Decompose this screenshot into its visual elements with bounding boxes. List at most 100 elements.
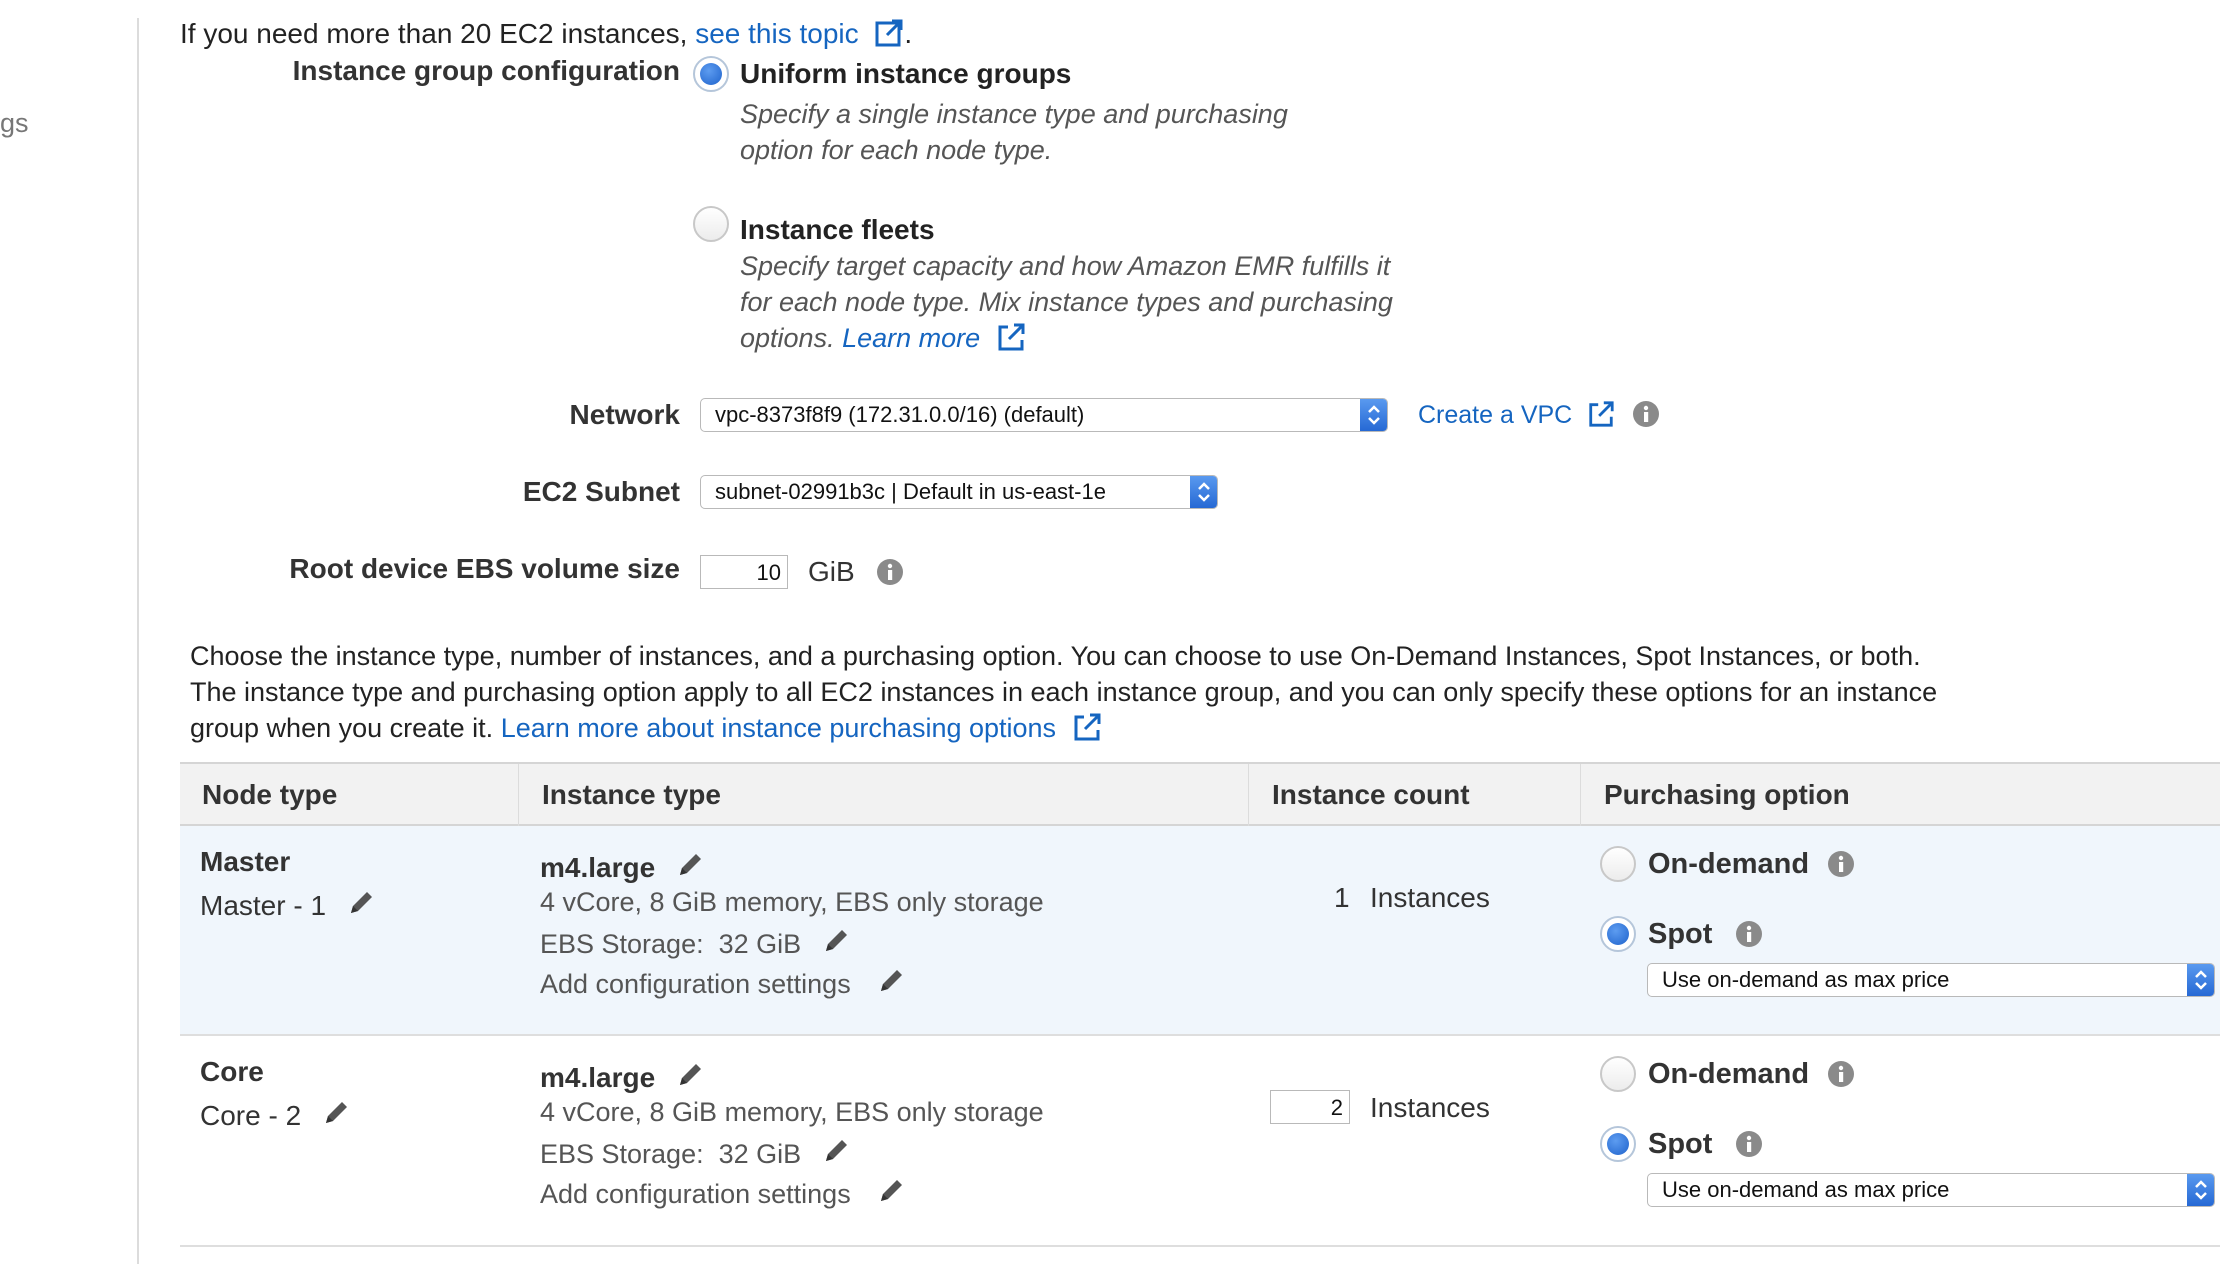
instance-fleets-description: Specify target capacity and how Amazon E… xyxy=(740,248,1410,356)
node-type-master: Master xyxy=(200,846,291,877)
spot-radio-master[interactable] xyxy=(1600,916,1636,952)
intro-label: If you need more than 20 EC2 instances, xyxy=(180,18,696,49)
chevron-updown-icon xyxy=(1190,476,1217,508)
on-demand-label-core[interactable]: On-demand xyxy=(1648,1058,1855,1091)
instance-count-input-core[interactable]: 2 xyxy=(1270,1090,1350,1124)
instance-table-header: Node type Instance type Instance count P… xyxy=(180,762,2220,826)
pencil-icon[interactable] xyxy=(675,1060,705,1090)
root-volume-label: Root device EBS volume size xyxy=(289,553,680,584)
ebs-storage-label: EBS Storage: 32 GiB xyxy=(540,929,802,959)
external-link-icon[interactable] xyxy=(1072,712,1102,742)
spot-radio-core[interactable] xyxy=(1600,1126,1636,1162)
root-volume-unit-group: GiB xyxy=(808,556,904,588)
on-demand-radio-master[interactable] xyxy=(1600,846,1636,882)
pencil-icon[interactable] xyxy=(876,1176,906,1206)
instance-fleets-description-text: Specify target capacity and how Amazon E… xyxy=(740,251,1393,353)
ebs-storage-label: EBS Storage: 32 GiB xyxy=(540,1139,802,1169)
root-volume-unit: GiB xyxy=(808,556,855,587)
pencil-icon[interactable] xyxy=(346,888,376,918)
network-select[interactable]: vpc-8373f8f9 (172.31.0.0/16) (default) xyxy=(700,398,1388,432)
header-instance-type: Instance type xyxy=(542,779,721,810)
spot-label-core[interactable]: Spot xyxy=(1648,1128,1763,1161)
external-link-icon[interactable] xyxy=(996,322,1026,352)
pencil-icon[interactable] xyxy=(321,1098,351,1128)
uniform-instance-groups-radio[interactable] xyxy=(693,56,729,92)
node-name-label: Master - 1 xyxy=(200,890,327,921)
ebs-storage-core: EBS Storage: 32 GiB xyxy=(540,1136,851,1170)
config-settings-label: Add configuration settings xyxy=(540,969,851,999)
see-this-topic-link[interactable]: see this topic xyxy=(695,18,858,49)
external-link-icon[interactable] xyxy=(874,18,904,48)
intro-text: If you need more than 20 EC2 instances, … xyxy=(180,18,912,50)
pencil-icon[interactable] xyxy=(675,850,705,880)
uniform-instance-groups-description: Specify a single instance type and purch… xyxy=(740,99,1288,165)
info-icon[interactable] xyxy=(1632,400,1660,428)
instance-group-config-label: Instance group configuration xyxy=(292,55,680,86)
spot-label: Spot xyxy=(1648,1128,1713,1160)
purchasing-info-line3-group: group when you create it. Learn more abo… xyxy=(190,710,2210,746)
max-price-select-master[interactable]: Use on-demand as max price xyxy=(1647,963,2215,997)
node-name-master: Master - 1 xyxy=(200,888,376,922)
uniform-instance-groups-title[interactable]: Uniform instance groups xyxy=(740,58,1071,90)
spot-label: Spot xyxy=(1648,918,1713,950)
intro-after: . xyxy=(904,18,913,49)
ec2-subnet-select-value: subnet-02991b3c | Default in us-east-1e xyxy=(715,479,1106,504)
instance-count-master: 1 xyxy=(1334,882,1350,913)
ec2-subnet-select[interactable]: subnet-02991b3c | Default in us-east-1e xyxy=(700,475,1218,509)
purchasing-info-line2: The instance type and purchasing option … xyxy=(190,677,1938,707)
instance-type-label: m4.large xyxy=(540,852,656,883)
chevron-updown-icon xyxy=(1360,399,1387,431)
max-price-select-core[interactable]: Use on-demand as max price xyxy=(1647,1173,2215,1207)
instance-count-unit-core: Instances xyxy=(1370,1092,1490,1123)
pencil-icon[interactable] xyxy=(876,966,906,996)
chevron-updown-icon xyxy=(2187,964,2214,996)
info-icon[interactable] xyxy=(1827,850,1855,878)
nav-divider xyxy=(137,18,139,1264)
node-name-label: Core - 2 xyxy=(200,1100,302,1131)
instance-specs-core: 4 vCore, 8 GiB memory, EBS only storage xyxy=(540,1097,1044,1127)
instance-type-master: m4.large xyxy=(540,850,705,884)
info-icon[interactable] xyxy=(1735,920,1763,948)
learn-more-purchasing-link[interactable]: Learn more about instance purchasing opt… xyxy=(501,713,1056,743)
table-row xyxy=(180,826,2220,1036)
header-instance-count: Instance count xyxy=(1272,779,1470,810)
config-settings-master: Add configuration settings xyxy=(540,966,906,1000)
chevron-updown-icon xyxy=(2187,1174,2214,1206)
instance-fleets-radio[interactable] xyxy=(693,206,729,242)
header-purchasing-option: Purchasing option xyxy=(1604,779,1850,810)
on-demand-radio-core[interactable] xyxy=(1600,1056,1636,1092)
on-demand-label-master[interactable]: On-demand xyxy=(1648,848,1855,881)
pencil-icon[interactable] xyxy=(821,926,851,956)
instance-count-unit-master: Instances xyxy=(1370,882,1490,913)
node-name-core: Core - 2 xyxy=(200,1098,351,1132)
table-row-divider xyxy=(180,1245,2220,1247)
create-vpc-link[interactable]: Create a VPC xyxy=(1418,401,1572,429)
header-divider xyxy=(1248,764,1249,826)
spot-label-master[interactable]: Spot xyxy=(1648,918,1763,951)
purchasing-info-line1: Choose the instance type, number of inst… xyxy=(190,641,1921,671)
network-label: Network xyxy=(569,399,680,430)
header-node-type: Node type xyxy=(202,779,338,810)
instance-fleets-title[interactable]: Instance fleets xyxy=(740,214,935,246)
create-vpc-group: Create a VPC xyxy=(1418,400,1660,430)
ebs-storage-master: EBS Storage: 32 GiB xyxy=(540,926,851,960)
info-icon[interactable] xyxy=(1735,1130,1763,1158)
max-price-value: Use on-demand as max price xyxy=(1662,1177,1950,1202)
header-divider xyxy=(518,764,519,826)
external-link-icon[interactable] xyxy=(1587,400,1615,428)
header-divider xyxy=(1580,764,1581,826)
info-icon[interactable] xyxy=(1827,1060,1855,1088)
on-demand-label: On-demand xyxy=(1648,848,1810,880)
config-settings-core: Add configuration settings xyxy=(540,1176,906,1210)
purchasing-info-line3: group when you create it. xyxy=(190,713,501,743)
instance-type-core: m4.large xyxy=(540,1060,705,1094)
root-volume-input[interactable]: 10 xyxy=(700,555,788,589)
instance-specs-master: 4 vCore, 8 GiB memory, EBS only storage xyxy=(540,887,1044,917)
learn-more-fleets-link[interactable]: Learn more xyxy=(842,323,980,353)
max-price-value: Use on-demand as max price xyxy=(1662,967,1950,992)
instance-type-label: m4.large xyxy=(540,1062,656,1093)
left-nav-fragment[interactable]: gs xyxy=(0,108,29,139)
pencil-icon[interactable] xyxy=(821,1136,851,1166)
config-settings-label: Add configuration settings xyxy=(540,1179,851,1209)
info-icon[interactable] xyxy=(876,558,904,586)
